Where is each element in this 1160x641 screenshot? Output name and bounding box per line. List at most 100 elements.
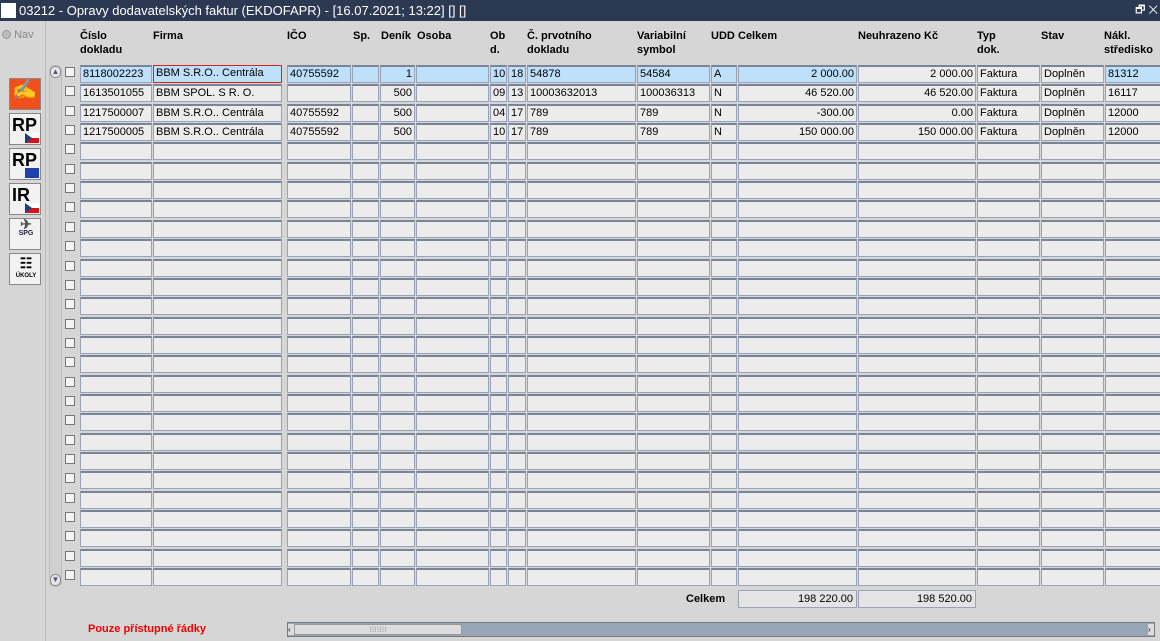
rp-cz-button[interactable]: RP [9,113,41,145]
cell-stav[interactable] [1041,549,1104,567]
cell-celkem[interactable] [738,510,857,528]
cell-prvotni[interactable]: 789 [527,104,636,122]
cell-prvotni[interactable] [527,510,636,528]
row-checkbox[interactable] [65,280,75,290]
cell-udd[interactable] [711,491,737,509]
cell-denik[interactable] [380,162,415,180]
cell-d[interactable] [508,375,526,393]
cell-denik[interactable] [380,220,415,238]
cell-prvotni[interactable] [527,220,636,238]
cell-sp[interactable] [352,181,379,199]
row-checkbox[interactable] [65,106,75,116]
cell-sp[interactable] [352,510,379,528]
cell-sp[interactable] [352,123,379,141]
cell-cislo[interactable] [80,413,152,431]
row-checkbox[interactable] [65,86,75,96]
cell-cislo[interactable] [80,336,152,354]
cell-neuhr[interactable] [858,162,976,180]
cell-vs[interactable] [637,568,710,586]
cell-denik[interactable] [380,355,415,373]
cell-udd[interactable] [711,220,737,238]
cell-sp[interactable] [352,220,379,238]
cell-sp[interactable] [352,375,379,393]
cell-neuhr[interactable]: 46 520.00 [858,84,976,102]
row-checkbox[interactable] [65,531,75,541]
cell-nakl[interactable] [1105,336,1160,354]
cell-denik[interactable] [380,317,415,335]
cell-d[interactable] [508,433,526,451]
cell-nakl[interactable] [1105,452,1160,470]
cell-sp[interactable] [352,452,379,470]
cell-ob[interactable] [490,200,507,218]
cell-celkem[interactable] [738,452,857,470]
cell-cislo[interactable] [80,220,152,238]
cell-osoba[interactable] [416,375,489,393]
cell-osoba[interactable] [416,65,489,83]
cell-typ[interactable] [977,142,1040,160]
cell-prvotni[interactable] [527,491,636,509]
cell-sp[interactable] [352,297,379,315]
cell-sp[interactable] [352,65,379,83]
cell-firma[interactable] [153,142,282,160]
row-checkbox[interactable] [65,299,75,309]
cell-cislo[interactable] [80,491,152,509]
cell-typ[interactable] [977,394,1040,412]
cell-celkem[interactable] [738,491,857,509]
cell-sp[interactable] [352,239,379,257]
cell-denik[interactable] [380,452,415,470]
cell-celkem[interactable] [738,200,857,218]
cell-ico[interactable] [287,452,351,470]
cell-firma[interactable] [153,336,282,354]
cell-d[interactable] [508,239,526,257]
cell-firma[interactable] [153,413,282,431]
cell-ico[interactable] [287,259,351,277]
cell-d[interactable] [508,529,526,547]
cell-neuhr[interactable] [858,200,976,218]
cell-nakl[interactable]: 12000 [1105,123,1160,141]
cell-typ[interactable] [977,433,1040,451]
cell-ico[interactable] [287,355,351,373]
cell-firma[interactable]: BBM S.R.O.. Centrála [153,123,282,141]
cell-stav[interactable] [1041,510,1104,528]
cell-sp[interactable] [352,394,379,412]
cell-nakl[interactable] [1105,259,1160,277]
cell-denik[interactable] [380,529,415,547]
cell-neuhr[interactable] [858,278,976,296]
cell-cislo[interactable] [80,510,152,528]
cell-d[interactable] [508,317,526,335]
cell-typ[interactable] [977,162,1040,180]
cell-d[interactable] [508,278,526,296]
cell-nakl[interactable] [1105,220,1160,238]
cell-celkem[interactable] [738,394,857,412]
cell-firma[interactable]: BBM SPOL. S R. O. [153,84,282,102]
cell-ico[interactable]: 40755592 [287,65,351,83]
cell-osoba[interactable] [416,142,489,160]
cell-ob[interactable] [490,142,507,160]
cell-firma[interactable] [153,394,282,412]
cell-udd[interactable] [711,317,737,335]
cell-typ[interactable] [977,452,1040,470]
cell-vs[interactable] [637,549,710,567]
cell-neuhr[interactable] [858,510,976,528]
cell-udd[interactable] [711,162,737,180]
cell-prvotni[interactable] [527,394,636,412]
cell-typ[interactable]: Faktura [977,123,1040,141]
cell-neuhr[interactable] [858,452,976,470]
cell-ico[interactable] [287,413,351,431]
cell-nakl[interactable]: 12000 [1105,104,1160,122]
cell-stav[interactable] [1041,413,1104,431]
cell-firma[interactable] [153,355,282,373]
cell-neuhr[interactable] [858,471,976,489]
cell-prvotni[interactable] [527,355,636,373]
cell-typ[interactable] [977,200,1040,218]
spg-button[interactable]: ✈ SPG [9,217,41,250]
cell-stav[interactable] [1041,491,1104,509]
cell-vs[interactable]: 54584 [637,65,710,83]
cell-denik[interactable] [380,239,415,257]
cell-celkem[interactable] [738,413,857,431]
cell-prvotni[interactable] [527,278,636,296]
cell-udd[interactable]: A [711,65,737,83]
cell-prvotni[interactable] [527,452,636,470]
cell-udd[interactable] [711,336,737,354]
vertical-scrollbar[interactable]: ▲ ▼ [49,65,62,587]
